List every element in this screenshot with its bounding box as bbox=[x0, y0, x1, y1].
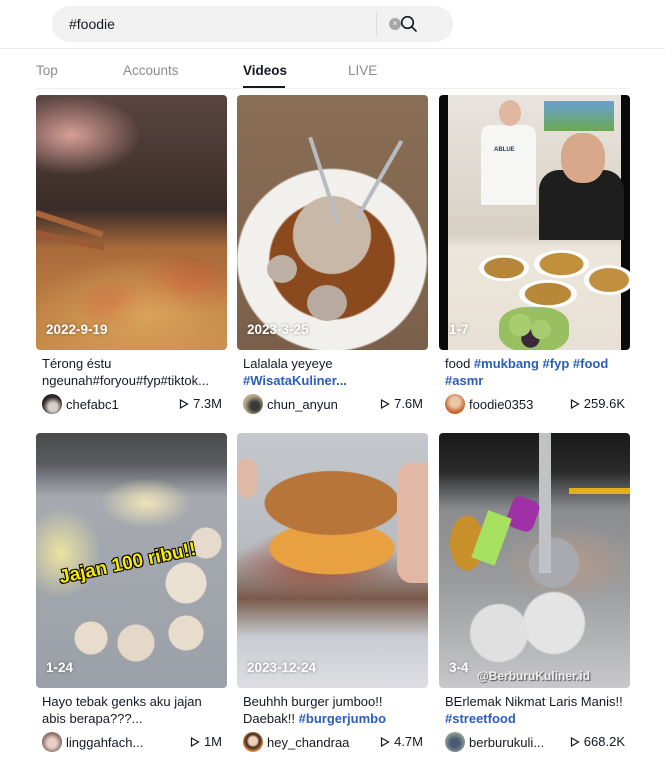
person-face bbox=[561, 133, 605, 183]
caption-text: Térong éstu ngeunah#foryou#fyp#tiktok... bbox=[42, 356, 209, 388]
video-meta: chun_anyun 7.6M bbox=[243, 393, 423, 415]
view-count: 1M bbox=[190, 734, 222, 749]
noodle-plate bbox=[519, 280, 577, 308]
caption-hashtags[interactable]: #burgerjumbo bbox=[299, 711, 386, 726]
video-caption: food #mukbang #fyp #food #asmr bbox=[445, 355, 630, 389]
purple-scoop bbox=[504, 494, 542, 534]
video-caption: BErlemak Nikmat Laris Manis!! #streetfoo… bbox=[445, 693, 630, 727]
caption-text: Hayo tebak genks aku jajan abis berapa??… bbox=[42, 694, 202, 726]
ladle-pole bbox=[539, 433, 551, 573]
video-date: 3-4 bbox=[449, 660, 469, 675]
video-caption: Beuhhh burger jumboo!! Daebak!! #burgerj… bbox=[243, 693, 428, 727]
video-thumbnail[interactable]: 2023-3-25 bbox=[237, 95, 428, 350]
view-count-value: 7.3M bbox=[193, 396, 222, 411]
avatar[interactable] bbox=[445, 394, 465, 414]
username[interactable]: linggahfach... bbox=[66, 735, 143, 750]
meatball bbox=[267, 255, 297, 283]
view-count: 4.7M bbox=[380, 734, 423, 749]
caption-hashtags[interactable]: #streetfood bbox=[445, 711, 516, 726]
video-thumbnail[interactable]: 2022-9-19 bbox=[36, 95, 227, 350]
hand bbox=[397, 463, 428, 583]
search-bar: × bbox=[52, 6, 453, 42]
play-icon bbox=[570, 736, 580, 748]
video-date: 2022-9-19 bbox=[46, 322, 108, 337]
header-divider bbox=[0, 48, 665, 49]
view-count: 7.6M bbox=[380, 396, 423, 411]
caption-hashtags[interactable]: #WisataKuliner... bbox=[243, 373, 347, 388]
video-thumbnail[interactable]: 2023-12-24 bbox=[237, 433, 428, 688]
video-date: 2023-3-25 bbox=[247, 322, 309, 337]
caption-text: BErlemak Nikmat Laris Manis!! bbox=[445, 694, 623, 709]
video-date: 1-7 bbox=[449, 322, 469, 337]
caption-text: food bbox=[445, 356, 474, 371]
tab-top[interactable]: Top bbox=[36, 63, 58, 78]
tab-accounts[interactable]: Accounts bbox=[123, 63, 179, 78]
video-meta: chefabc1 7.3M bbox=[42, 393, 222, 415]
video-card[interactable]: ABLUE 1-7 food #mukbang #fyp #food #asmr… bbox=[439, 95, 630, 415]
video-thumbnail[interactable]: @BerburuKuliner.id 3-4 bbox=[439, 433, 630, 688]
video-card[interactable]: Jajan 100 ribu!! 1-24 Hayo tebak genks a… bbox=[36, 433, 227, 753]
search-icon bbox=[400, 15, 417, 32]
shirt-text: ABLUE bbox=[494, 147, 515, 153]
video-thumbnail[interactable]: Jajan 100 ribu!! 1-24 bbox=[36, 433, 227, 688]
search-input[interactable] bbox=[52, 6, 382, 42]
search-button[interactable] bbox=[385, 6, 433, 42]
hand bbox=[237, 458, 257, 498]
video-caption: Térong éstu ngeunah#foryou#fyp#tiktok... bbox=[42, 355, 227, 389]
caption-text: Lalalala yeyeye bbox=[243, 356, 333, 371]
video-card[interactable]: 2023-3-25 Lalalala yeyeye #WisataKuliner… bbox=[237, 95, 428, 415]
username[interactable]: foodie0353 bbox=[469, 397, 533, 412]
meatball bbox=[307, 285, 347, 321]
avatar[interactable] bbox=[42, 394, 62, 414]
view-count-value: 1M bbox=[203, 734, 222, 749]
username[interactable]: chefabc1 bbox=[66, 397, 119, 412]
search-divider bbox=[376, 12, 377, 36]
play-icon bbox=[380, 736, 390, 748]
view-count-value: 4.7M bbox=[394, 734, 423, 749]
tab-videos[interactable]: Videos bbox=[243, 63, 287, 78]
view-count: 7.3M bbox=[179, 396, 222, 411]
yellow-edge bbox=[569, 488, 630, 494]
username[interactable]: hey_chandraa bbox=[267, 735, 349, 750]
tabs-divider bbox=[36, 88, 630, 89]
video-date: 1-24 bbox=[46, 660, 74, 675]
play-icon bbox=[570, 398, 580, 410]
view-count: 668.2K bbox=[570, 734, 625, 749]
fork bbox=[354, 140, 404, 220]
avatar[interactable] bbox=[445, 732, 465, 752]
noodle-plate bbox=[534, 250, 589, 278]
view-count-value: 259.6K bbox=[583, 396, 625, 411]
video-meta: foodie0353 259.6K bbox=[445, 393, 625, 415]
video-thumbnail[interactable]: ABLUE 1-7 bbox=[439, 95, 630, 350]
noodle-plate bbox=[479, 255, 529, 281]
video-meta: hey_chandraa 4.7M bbox=[243, 731, 423, 753]
avatar[interactable] bbox=[243, 394, 263, 414]
person-shirt bbox=[481, 125, 536, 205]
play-icon bbox=[380, 398, 390, 410]
video-card[interactable]: 2022-9-19 Térong éstu ngeunah#foryou#fyp… bbox=[36, 95, 227, 415]
video-card[interactable]: @BerburuKuliner.id 3-4 BErlemak Nikmat L… bbox=[439, 433, 630, 753]
noodle-plate bbox=[584, 265, 630, 295]
wall-painting bbox=[544, 101, 614, 131]
play-icon bbox=[179, 398, 189, 410]
fork bbox=[308, 136, 340, 224]
video-meta: berburukuli... 668.2K bbox=[445, 731, 625, 753]
video-meta: linggahfach... 1M bbox=[42, 731, 222, 753]
avatar[interactable] bbox=[42, 732, 62, 752]
view-count-value: 7.6M bbox=[394, 396, 423, 411]
avatar[interactable] bbox=[243, 732, 263, 752]
tab-live[interactable]: LIVE bbox=[348, 63, 377, 78]
video-date: 2023-12-24 bbox=[247, 660, 317, 675]
username[interactable]: berburukuli... bbox=[469, 735, 544, 750]
person-face bbox=[499, 100, 521, 126]
video-caption: Hayo tebak genks aku jajan abis berapa??… bbox=[42, 693, 227, 727]
view-count-value: 668.2K bbox=[583, 734, 625, 749]
video-card[interactable]: 2023-12-24 Beuhhh burger jumboo!! Daebak… bbox=[237, 433, 428, 753]
video-caption: Lalalala yeyeye #WisataKuliner... bbox=[243, 355, 428, 389]
overlay-caption: Jajan 100 ribu!! bbox=[57, 538, 198, 589]
play-icon bbox=[190, 736, 200, 748]
green-bag bbox=[471, 510, 512, 566]
username[interactable]: chun_anyun bbox=[267, 397, 338, 412]
view-count: 259.6K bbox=[570, 396, 625, 411]
